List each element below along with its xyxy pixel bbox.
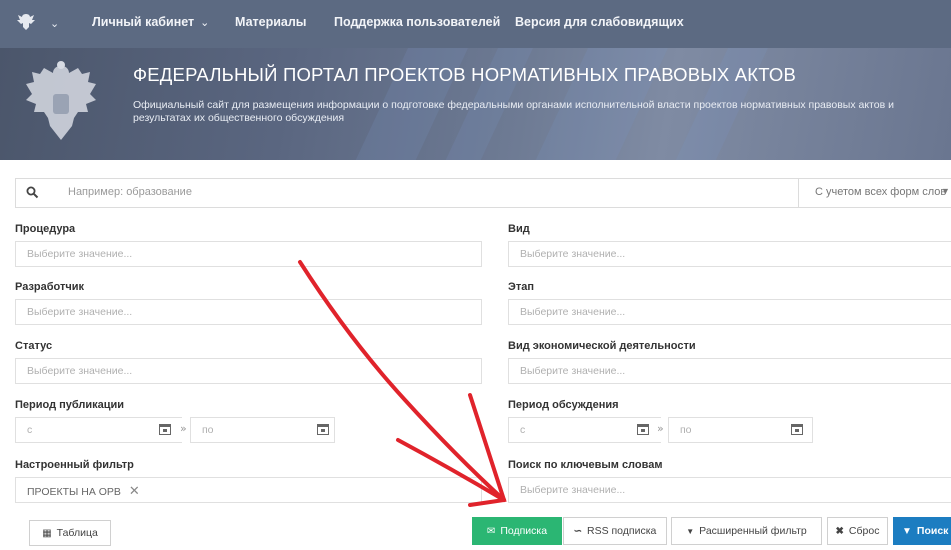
stage-select[interactable]: Выберите значение... — [508, 299, 951, 325]
kind-label: Вид — [508, 223, 530, 235]
status-placeholder: Выберите значение... — [27, 365, 133, 377]
keywords-label: Поиск по ключевым словам — [508, 459, 663, 471]
status-select[interactable]: Выберите значение... — [15, 358, 482, 384]
publication-date-to[interactable]: по — [190, 417, 335, 443]
search-input[interactable]: Например: образование — [68, 186, 192, 198]
rss-subscribe-button[interactable]: ∽ RSS подписка — [563, 517, 667, 545]
developer-label: Разработчик — [15, 281, 85, 293]
search-icon[interactable] — [26, 186, 39, 199]
filter-icon: ▼ — [902, 525, 912, 537]
reset-button[interactable]: ✖ Сброс — [827, 517, 888, 545]
subscribe-button[interactable]: ✉ Подписка — [472, 517, 562, 545]
saved-filter-select[interactable]: ПРОЕКТЫ НА ОРВ ✕ — [15, 477, 482, 503]
advanced-filter-label: Расширенный фильтр — [699, 525, 807, 537]
nav-accessible-version[interactable]: Версия для слабовидящих — [515, 15, 684, 29]
nav-personal-account-label: Личный кабинет — [92, 15, 195, 29]
calendar-icon[interactable] — [317, 423, 329, 435]
calendar-icon[interactable] — [159, 423, 171, 435]
stage-placeholder: Выберите значение... — [520, 306, 626, 318]
chevron-down-icon[interactable]: ⌄ — [50, 17, 59, 30]
kind-placeholder: Выберите значение... — [520, 248, 626, 260]
caret-down-icon: ▼ — [941, 186, 950, 196]
publication-from-placeholder: с — [27, 424, 33, 436]
kind-select[interactable]: Выберите значение... — [508, 241, 951, 267]
discussion-date-to[interactable]: по — [668, 417, 813, 443]
procedure-select[interactable]: Выберите значение... — [15, 241, 482, 267]
discussion-date-from[interactable]: с — [508, 417, 661, 443]
publication-period-label: Период публикации — [15, 399, 125, 411]
discussion-from-placeholder: с — [520, 424, 526, 436]
top-navigation: ⌄ Личный кабинет ⌄ Материалы Поддержка по… — [0, 0, 951, 48]
envelope-icon: ✉ — [486, 525, 496, 537]
advanced-filter-button[interactable]: ▼ Расширенный фильтр — [671, 517, 822, 545]
economic-activity-select[interactable]: Выберите значение... — [508, 358, 951, 384]
reset-label: Сброс — [848, 525, 880, 537]
discussion-to-placeholder: по — [680, 424, 692, 436]
search-button-label: Поиск — [916, 525, 949, 537]
calendar-icon[interactable] — [637, 423, 649, 435]
nav-personal-account[interactable]: Личный кабинет ⌄ — [92, 15, 209, 29]
portal-subtitle: Официальный сайт для размещения информац… — [133, 99, 894, 124]
filter-chip-label: ПРОЕКТЫ НА ОРВ — [27, 486, 121, 498]
search-button[interactable]: ▼ Поиск — [893, 517, 951, 545]
developer-select[interactable]: Выберите значение... — [15, 299, 482, 325]
nav-materials[interactable]: Материалы — [235, 15, 306, 29]
developer-placeholder: Выберите значение... — [27, 306, 133, 318]
stage-label: Этап — [508, 281, 534, 293]
publication-date-from[interactable]: с — [15, 417, 182, 443]
table-icon: ▦ — [42, 527, 52, 539]
discussion-period-label: Период обсуждения — [508, 399, 619, 411]
procedure-label: Процедура — [15, 223, 76, 235]
range-separator-icon: » — [180, 422, 187, 435]
keywords-placeholder: Выберите значение... — [520, 484, 626, 496]
search-mode-label: С учетом всех форм слов — [815, 186, 947, 198]
close-icon[interactable]: ✕ — [129, 483, 140, 498]
emblem-icon[interactable] — [15, 11, 37, 33]
subscribe-label: Подписка — [500, 525, 548, 537]
caret-down-icon: ▼ — [686, 526, 695, 536]
filter-chip: ПРОЕКТЫ НА ОРВ ✕ — [27, 483, 140, 499]
close-icon: ✖ — [835, 525, 844, 537]
portal-title: ФЕДЕРАЛЬНЫЙ ПОРТАЛ ПРОЕКТОВ НОРМАТИВНЫХ … — [133, 64, 797, 85]
chevron-down-icon: ⌄ — [200, 17, 210, 29]
search-mode-select[interactable]: С учетом всех форм слов ▼ — [798, 178, 951, 208]
keywords-select[interactable]: Выберите значение... — [508, 477, 951, 503]
economic-activity-placeholder: Выберите значение... — [520, 365, 626, 377]
procedure-placeholder: Выберите значение... — [27, 248, 133, 260]
portal-banner: ФЕДЕРАЛЬНЫЙ ПОРТАЛ ПРОЕКТОВ НОРМАТИВНЫХ … — [0, 48, 951, 160]
coat-of-arms-icon — [26, 61, 96, 140]
nav-user-support[interactable]: Поддержка пользователей — [334, 15, 500, 29]
saved-filter-label: Настроенный фильтр — [15, 459, 134, 471]
table-view-button[interactable]: ▦ Таблица — [29, 520, 111, 546]
range-separator-icon: » — [657, 422, 664, 435]
economic-activity-label: Вид экономической деятельности — [508, 340, 696, 352]
publication-to-placeholder: по — [202, 424, 214, 436]
search-bar: Например: образование С учетом всех форм… — [15, 178, 951, 208]
rss-icon: ∽ — [573, 525, 582, 537]
status-label: Статус — [15, 340, 53, 352]
table-view-label: Таблица — [56, 527, 98, 539]
calendar-icon[interactable] — [791, 423, 803, 435]
rss-subscribe-label: RSS подписка — [586, 525, 657, 537]
